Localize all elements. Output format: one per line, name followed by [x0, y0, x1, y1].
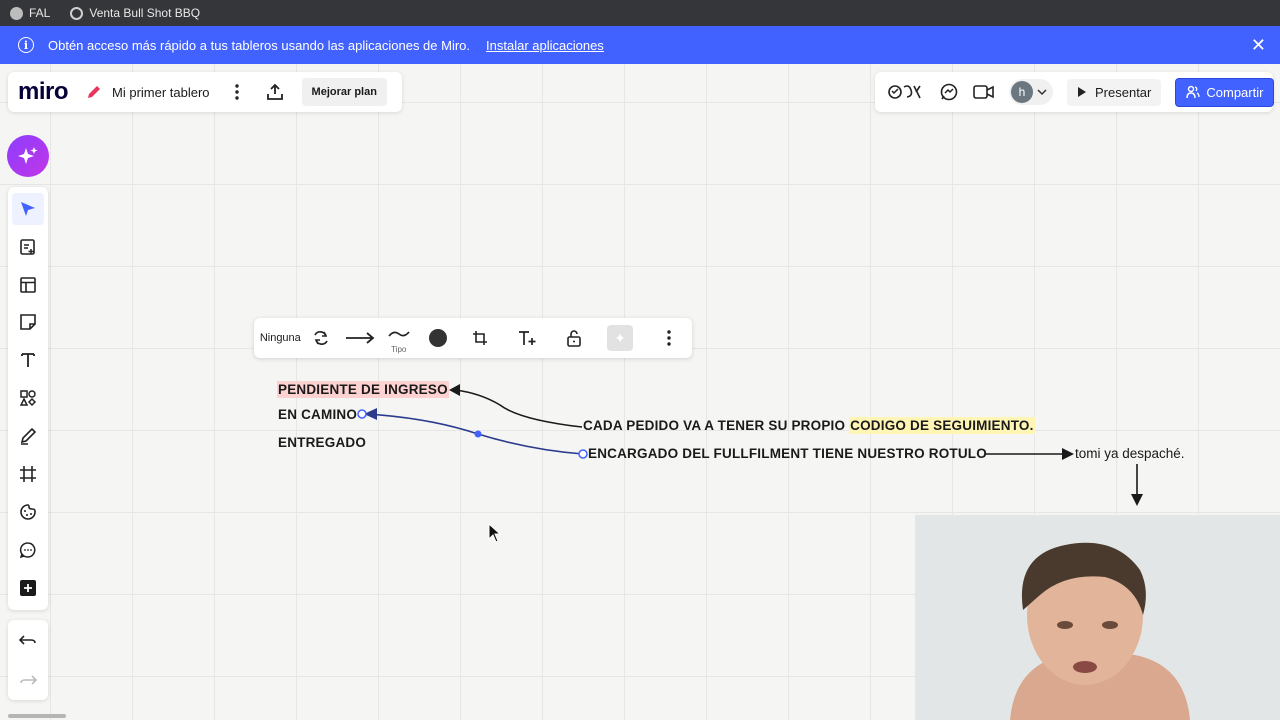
- webcam-overlay: [915, 515, 1280, 720]
- dispatch-note[interactable]: tomi ya despaché.: [1075, 446, 1185, 461]
- arrowhead: [1062, 448, 1074, 460]
- connector-line[interactable]: [454, 389, 583, 428]
- arrowhead: [449, 384, 460, 396]
- connector-start-handle[interactable]: [578, 449, 588, 459]
- note-text: CADA PEDIDO VA A TENER SU PROPIO: [583, 418, 850, 433]
- mouse-cursor-icon: [488, 523, 502, 543]
- status-pending-text: PENDIENTE DE INGRESO: [277, 381, 449, 398]
- presenter-video: [915, 515, 1280, 720]
- status-on-the-way[interactable]: EN CAMINO: [278, 407, 357, 422]
- fulfillment-note[interactable]: ENCARGADO DEL FULLFILMENT TIENE NUESTRO …: [588, 446, 987, 461]
- status-delivered[interactable]: ENTREGADO: [278, 435, 366, 450]
- note-highlight: CODIGO DE SEGUIMIENTO.: [849, 417, 1035, 434]
- status-pending[interactable]: PENDIENTE DE INGRESO: [277, 381, 449, 398]
- connector-end-handle[interactable]: [357, 409, 367, 419]
- connector-midpoint-handle[interactable]: [474, 430, 482, 438]
- tracking-code-note[interactable]: CADA PEDIDO VA A TENER SU PROPIO CODIGO …: [583, 417, 1035, 434]
- arrowhead: [1131, 494, 1143, 506]
